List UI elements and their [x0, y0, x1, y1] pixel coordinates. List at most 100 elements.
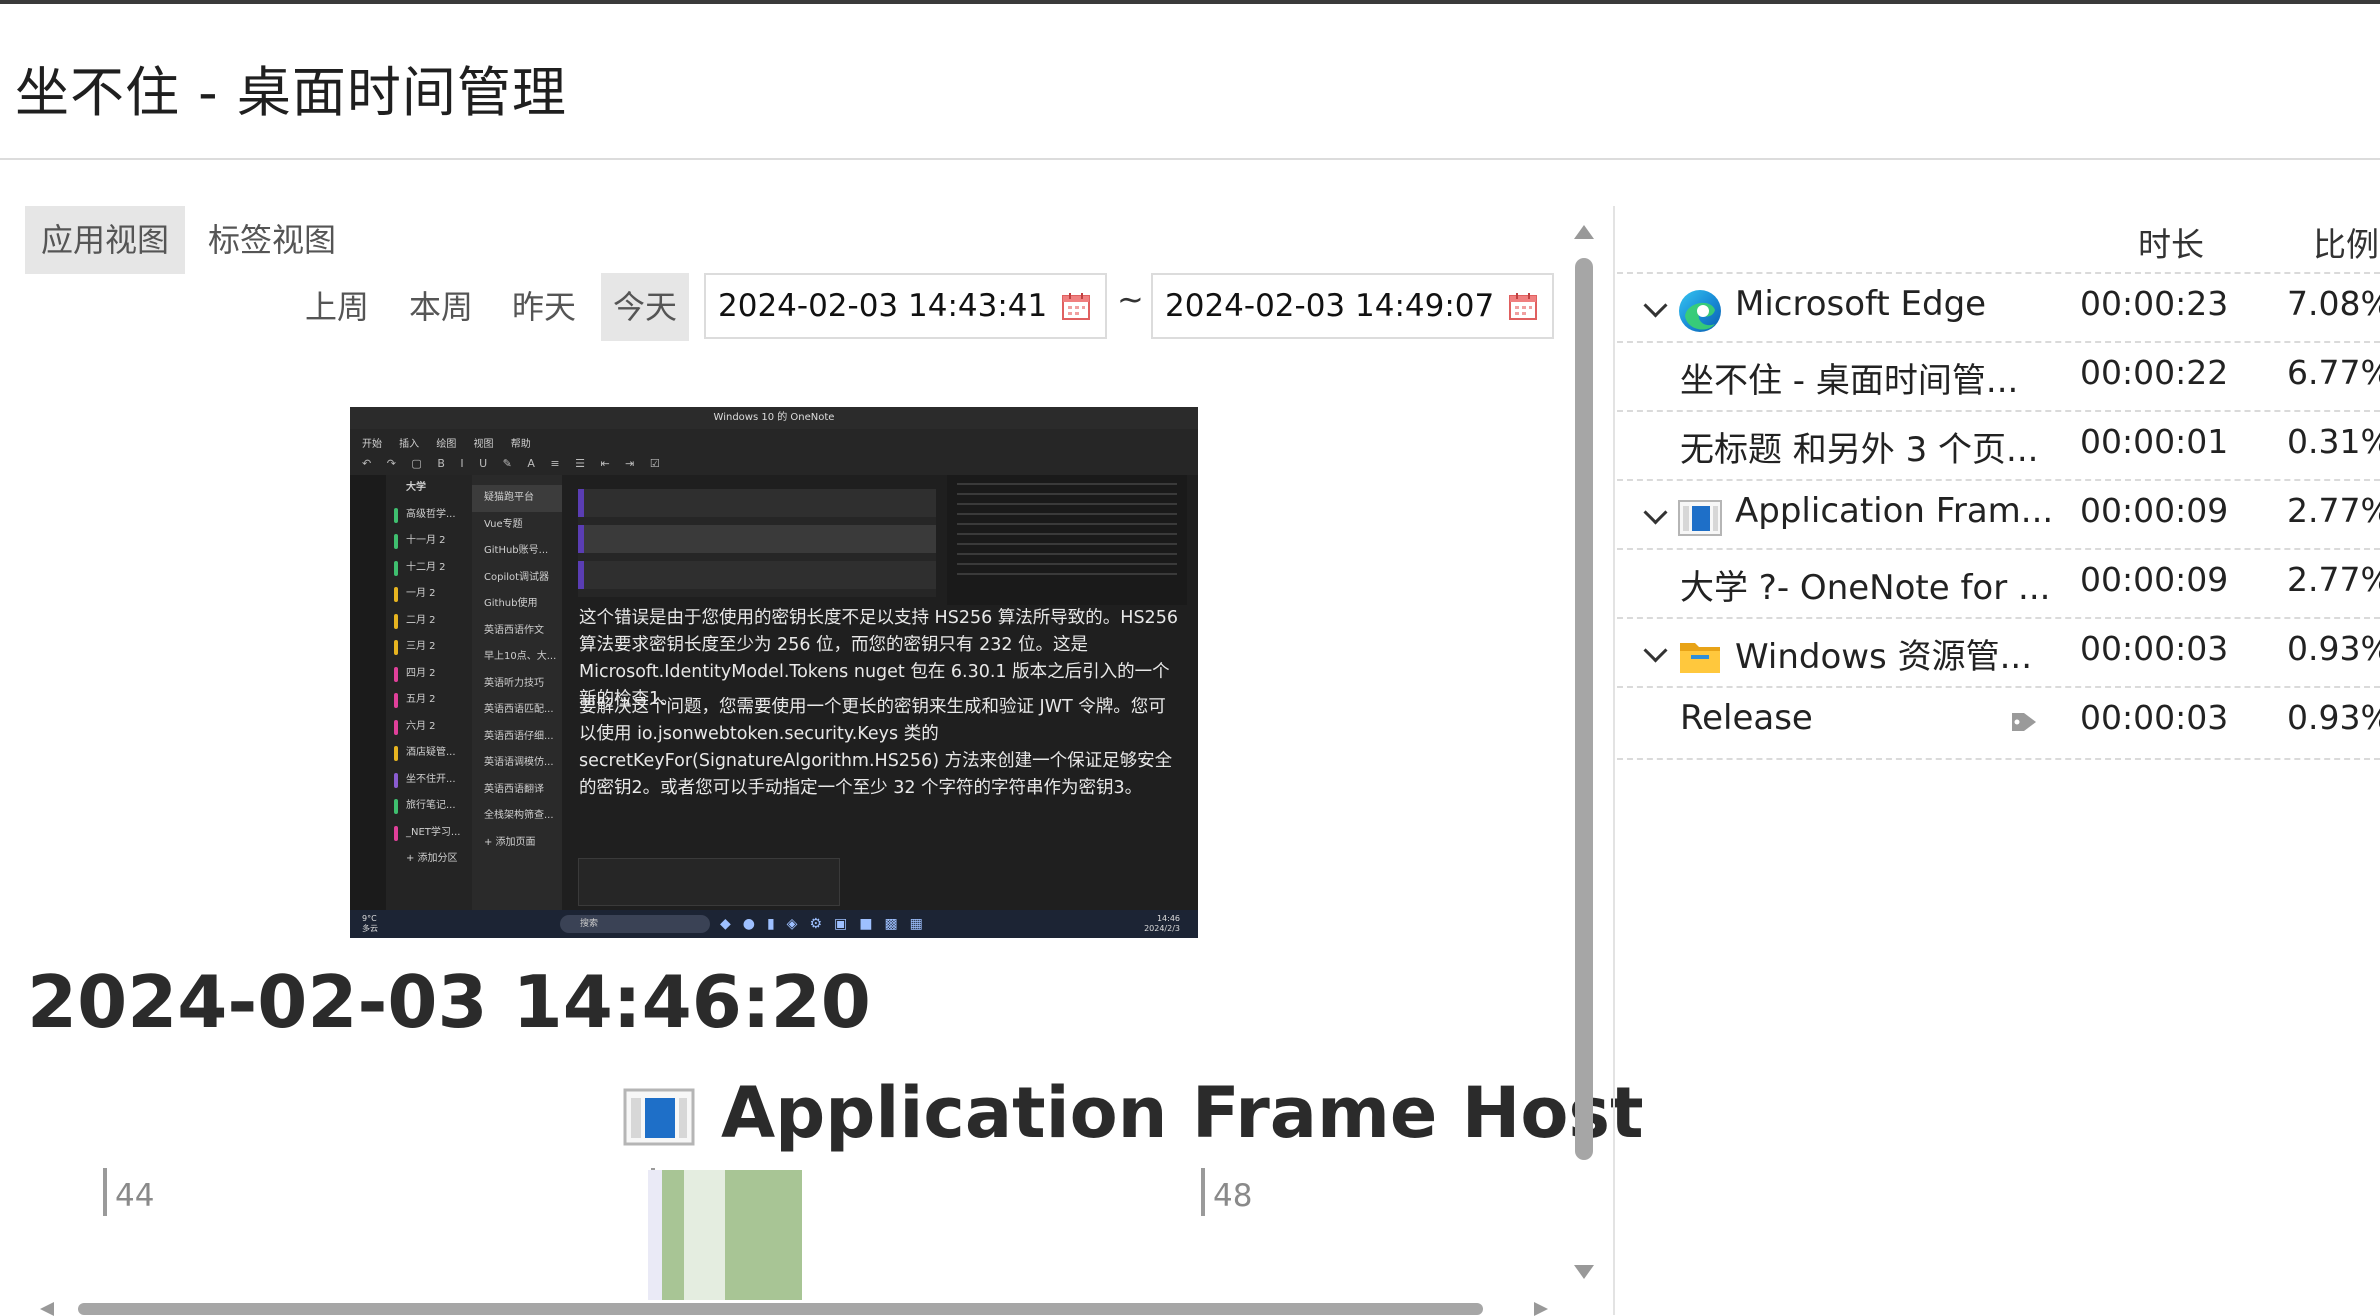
row-name: Microsoft Edge — [1735, 284, 1987, 324]
scroll-left-arrow[interactable] — [40, 1302, 54, 1316]
screenshot-preview[interactable]: Windows 10 的 OneNote 开始 插入 绘图 视图 帮助 ↶ ↷ … — [350, 407, 1198, 938]
scroll-down-arrow[interactable] — [1574, 1265, 1594, 1279]
chevron-down-icon[interactable] — [1643, 293, 1668, 318]
scroll-right-arrow[interactable] — [1534, 1302, 1548, 1316]
table-row-app[interactable]: Windows 资源管... 00:00:03 0.93% — [1617, 617, 2380, 688]
preview-add-section: + 添加分区 — [406, 853, 458, 864]
timeline-segment[interactable] — [648, 1170, 662, 1300]
row-ratio: 2.77% — [2287, 491, 2380, 530]
preview-section: 三月 2 — [386, 634, 472, 661]
tab-tag-view[interactable]: 标签视图 — [192, 206, 352, 274]
preview-section: 二月 2 — [386, 608, 472, 635]
preview-section: 一月 2 — [386, 581, 472, 608]
preview-section: _NET学习... — [386, 820, 472, 847]
row-duration: 00:00:23 — [2080, 284, 2229, 323]
row-duration: 00:00:03 — [2080, 698, 2229, 737]
preview-side-panel — [947, 475, 1187, 605]
range-today-button[interactable]: 今天 — [601, 273, 690, 341]
preview-page: 疑猫跑平台 — [472, 485, 562, 512]
vertical-scrollbar[interactable] — [1575, 258, 1593, 1160]
preview-page: 英语西语仔细... — [484, 730, 554, 742]
row-name: Windows 资源管... — [1735, 637, 2033, 677]
preview-section: 六月 2 — [386, 714, 472, 741]
preview-ribbon-tabs: 开始 插入 绘图 视图 帮助 — [362, 439, 531, 450]
row-ratio: 0.93% — [2287, 629, 2380, 668]
preview-nav-rail — [350, 475, 386, 910]
table-row-window[interactable]: 坐不住 - 桌面时间管... 00:00:22 6.77% — [1617, 341, 2380, 412]
current-app-name: Application Frame Host — [721, 1072, 1644, 1154]
duration-column-header[interactable]: 时长 — [2138, 218, 2204, 266]
range-last-week-button[interactable]: 上周 — [293, 273, 381, 341]
table-row-window[interactable]: Release 00:00:03 0.93% — [1617, 686, 2380, 757]
row-ratio: 0.31% — [2287, 422, 2380, 461]
row-duration: 00:00:01 — [2080, 422, 2229, 461]
app-title: 坐不住 - 桌面时间管理 — [15, 61, 567, 124]
row-ratio: 0.93% — [2287, 698, 2380, 737]
scroll-up-arrow[interactable] — [1574, 225, 1594, 239]
preview-search-box: 搜索 — [560, 915, 710, 933]
pane-divider — [1613, 206, 1615, 1315]
preview-ribbon: 开始 插入 绘图 视图 帮助 ↶ ↷ ▢ B I U ✎ A ≡ ☰ ⇤ ⇥ ☑ — [350, 429, 1198, 476]
start-date-input[interactable]: 2024-02-03 14:43:41 — [704, 273, 1107, 339]
title-divider — [0, 158, 2380, 160]
preview-weather: 9°C 多云 — [362, 914, 378, 933]
calendar-icon[interactable] — [1508, 291, 1538, 321]
table-row-window[interactable]: 大学 ?- OneNote for ... 00:00:09 2.77% — [1617, 548, 2380, 619]
chevron-down-icon[interactable] — [1643, 638, 1668, 663]
folder-icon — [1680, 643, 1720, 673]
timeline-segment[interactable] — [661, 1170, 684, 1300]
end-date-value: 2024-02-03 14:49:07 — [1165, 288, 1495, 324]
preview-window-title: Windows 10 的 OneNote — [350, 407, 1198, 429]
table-row-app[interactable]: Microsoft Edge 00:00:23 7.08% — [1617, 272, 2380, 343]
table-row-window[interactable]: 无标题 和另外 3 个页... 00:00:01 0.31% — [1617, 410, 2380, 481]
row-name: Application Fram... — [1735, 491, 2054, 531]
range-yesterday-button[interactable]: 昨天 — [500, 273, 588, 341]
preview-page: 英语西语作文 — [484, 624, 544, 636]
preview-page: 英语西语匹配... — [484, 704, 554, 715]
horizontal-scrollbar[interactable] — [78, 1303, 1483, 1315]
preview-clock: 14:46 2024/2/3 — [1144, 914, 1180, 933]
row-ratio: 2.77% — [2287, 560, 2380, 599]
range-this-week-button[interactable]: 本周 — [397, 273, 485, 341]
preview-section: 四月 2 — [386, 661, 472, 688]
table-bottom-border — [1617, 758, 2380, 760]
preview-page: GitHub账号... — [484, 545, 549, 556]
range-separator: ~ — [1117, 280, 1144, 318]
start-date-value: 2024-02-03 14:43:41 — [718, 288, 1048, 324]
preview-section: 酒店疑管... — [386, 740, 472, 767]
row-name: 大学 ?- OneNote for ... — [1680, 568, 2051, 608]
timeline-segment[interactable] — [683, 1170, 725, 1300]
preview-add-page: + 添加页面 — [484, 836, 536, 848]
row-duration: 00:00:09 — [2080, 491, 2229, 530]
row-duration: 00:00:03 — [2080, 629, 2229, 668]
tag-icon[interactable] — [2010, 710, 2038, 734]
preview-page: 英语语调模仿... — [484, 757, 554, 768]
preview-page: 英语听力技巧 — [484, 677, 544, 689]
calendar-icon[interactable] — [1061, 291, 1091, 321]
preview-notebook-name: 大学 — [406, 482, 426, 493]
table-row-app[interactable]: Application Fram... 00:00:09 2.77% — [1617, 479, 2380, 550]
preview-embedded-image — [578, 858, 840, 906]
ratio-column-header[interactable]: 比例 — [2313, 218, 2379, 266]
timeline-segment[interactable] — [724, 1170, 802, 1300]
preview-page: Vue专题 — [484, 518, 523, 530]
row-ratio: 6.77% — [2287, 353, 2380, 392]
preview-result-cards — [578, 489, 936, 597]
row-name: 无标题 和另外 3 个页... — [1680, 430, 2039, 470]
preview-page: Github使用 — [484, 598, 538, 609]
preview-section: 五月 2 — [386, 687, 472, 714]
window-top-border — [0, 0, 2380, 4]
preview-page: Copilot调试器 — [484, 571, 550, 583]
preview-note-content: 这个错误是由于您使用的密钥长度不足以支持 HS256 算法所导致的。HS256 … — [562, 475, 1198, 910]
timeline-tick: 44 — [103, 1168, 154, 1216]
preview-page: 早上10点、大... — [484, 651, 557, 662]
preview-page-list: 疑猫跑平台 Vue专题 GitHub账号... Copilot调试器 Githu… — [472, 475, 562, 910]
preview-ribbon-tools: ↶ ↷ ▢ B I U ✎ A ≡ ☰ ⇤ ⇥ ☑ — [362, 457, 666, 470]
tab-app-view[interactable]: 应用视图 — [25, 206, 186, 274]
end-date-input[interactable]: 2024-02-03 14:49:07 — [1151, 273, 1554, 339]
preview-page: 英语西语翻译 — [484, 783, 544, 795]
snapshot-time: 2024-02-03 14:46:20 — [27, 960, 871, 1044]
preview-paragraph: 要解决这个问题，您需要使用一个更长的密钥来生成和验证 JWT 令牌。您可以使用 … — [579, 697, 1173, 798]
chevron-down-icon[interactable] — [1643, 500, 1668, 525]
preview-taskbar: 9°C 多云 搜索 ◆●▮◈⚙▣■▩▦ 14:46 2024/2/3 — [350, 910, 1198, 938]
